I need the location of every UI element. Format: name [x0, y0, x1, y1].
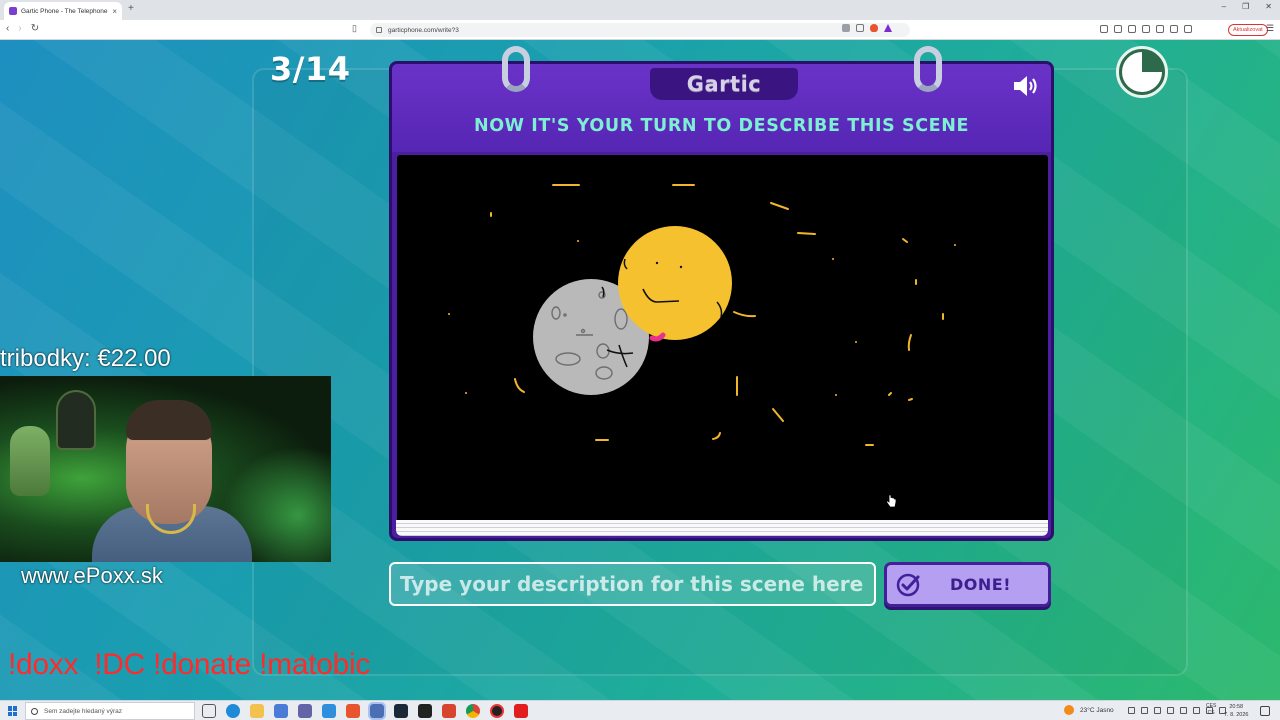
menu-icon[interactable]: ☰ — [1266, 23, 1274, 34]
vpn-icon[interactable] — [1184, 25, 1192, 33]
windows-start-icon[interactable] — [8, 706, 18, 716]
app-icon-red[interactable] — [490, 704, 504, 718]
brave-rewards-icon[interactable] — [884, 24, 892, 32]
tray-bluetooth-icon[interactable] — [1180, 707, 1187, 714]
translate-icon[interactable] — [842, 24, 850, 32]
media-player-icon[interactable] — [442, 704, 456, 718]
url-field[interactable]: garticphone.com/write?3 — [370, 23, 910, 37]
done-label: DONE! — [950, 575, 1011, 594]
weather-text: 23°C Jasno — [1080, 706, 1114, 714]
logo-plate: Gartic — [650, 68, 798, 100]
gartic-favicon-icon — [9, 7, 17, 15]
scene-card: Gartic NOW IT'S YOUR TURN TO DESCRIBE TH… — [389, 46, 1054, 541]
browser-tab-title: Gartic Phone - The Telephone Ga — [21, 7, 110, 15]
done-button[interactable]: DONE! — [884, 562, 1051, 607]
notification-icon[interactable] — [1260, 706, 1270, 716]
epic-games-icon[interactable] — [418, 704, 432, 718]
binder-ring-left — [502, 46, 530, 92]
site-info-icon[interactable] — [376, 27, 382, 33]
reload-icon[interactable]: ↻ — [31, 23, 39, 34]
round-counter: 3/14 — [270, 50, 351, 88]
taskbar-search-placeholder: Sem zadejte hledaný výraz — [44, 707, 123, 715]
sidebar-icon[interactable] — [1156, 25, 1164, 33]
file-explorer-icon[interactable] — [250, 704, 264, 718]
url-action-icons — [842, 24, 892, 32]
browser-tab[interactable]: Gartic Phone - The Telephone Ga × — [4, 2, 122, 20]
restore-icon[interactable]: ❐ — [1242, 2, 1249, 11]
taskbar-search[interactable]: Sem zadejte hledaný výraz — [25, 702, 195, 720]
address-bar: ‹ › ↻ ▯ garticphone.com/write?3 Aktualiz… — [0, 20, 1280, 40]
clock-time: 20:58 — [1229, 704, 1244, 710]
audio-icon[interactable] — [1100, 25, 1108, 33]
taskbar-apps — [202, 702, 528, 720]
description-input[interactable] — [389, 562, 876, 606]
website-banner: www.ePoxx.sk — [21, 563, 163, 588]
youtube-icon[interactable] — [514, 704, 528, 718]
wallet-icon[interactable] — [1170, 25, 1178, 33]
close-window-icon[interactable]: ✕ — [1265, 2, 1272, 11]
nav-buttons: ‹ › ↻ — [6, 23, 39, 34]
streamer-hair — [126, 400, 212, 440]
weather-sun-icon — [1064, 705, 1074, 715]
notebook-pages — [396, 520, 1048, 536]
close-tab-icon[interactable]: × — [112, 7, 117, 16]
donation-banner: tribodky: €22.00 — [0, 345, 171, 372]
scene-drawing — [448, 184, 956, 446]
mail-icon[interactable] — [322, 704, 336, 718]
timer-progress — [1122, 52, 1162, 92]
scene-prompt: NOW IT'S YOUR TURN TO DESCRIBE THIS SCEN… — [473, 116, 970, 136]
browser-tab-bar: Gartic Phone - The Telephone Ga × + – ❐ … — [0, 0, 1280, 20]
chrome-icon[interactable] — [466, 704, 480, 718]
toolbar-icons — [1100, 25, 1192, 33]
update-button[interactable]: Aktualizovat — [1228, 24, 1268, 36]
screenshot-icon[interactable] — [1128, 25, 1136, 33]
teams-icon[interactable] — [298, 704, 312, 718]
clock-date: 7. 8. 2026 — [1224, 712, 1249, 718]
taskbar-clock[interactable]: 20:58 7. 8. 2026 — [1224, 703, 1248, 719]
background-lamp — [56, 390, 96, 450]
input-language[interactable]: CES CS — [1206, 703, 1216, 717]
windows-taskbar: Sem zadejte hledaný výraz 23°C Jasno CES… — [0, 700, 1280, 720]
url-text: garticphone.com/write?3 — [388, 26, 459, 34]
active-app-icon[interactable] — [368, 702, 386, 720]
weather-widget[interactable]: 23°C Jasno — [1064, 705, 1114, 715]
tray-network-icon[interactable] — [1141, 707, 1148, 714]
steam-icon[interactable] — [394, 704, 408, 718]
binder-ring-right — [914, 46, 942, 92]
brave-shield-icon[interactable] — [870, 24, 878, 32]
tray-discord-icon[interactable] — [1167, 707, 1174, 714]
gartic-logo: Gartic — [686, 72, 762, 96]
webcam-feed — [0, 376, 331, 562]
tray-battery-icon[interactable] — [1193, 707, 1200, 714]
timer-icon — [1116, 46, 1168, 98]
bookmark-icon[interactable]: ▯ — [352, 23, 357, 34]
card-header: Gartic NOW IT'S YOUR TURN TO DESCRIBE TH… — [392, 64, 1051, 152]
new-tab-icon[interactable]: + — [128, 3, 134, 14]
speaker-icon[interactable] — [1012, 74, 1040, 98]
edge-icon[interactable] — [226, 704, 240, 718]
brave-icon[interactable] — [346, 704, 360, 718]
task-view-icon[interactable] — [202, 704, 216, 718]
check-icon — [896, 573, 920, 597]
tray-chevron-icon[interactable] — [1128, 707, 1135, 714]
back-icon[interactable]: ‹ — [6, 23, 9, 34]
tray-app-icon[interactable] — [1154, 707, 1161, 714]
extension-icon[interactable] — [1114, 25, 1122, 33]
hand-cursor-icon — [886, 494, 897, 508]
media-icon[interactable] — [1142, 25, 1150, 33]
share-icon[interactable] — [856, 24, 864, 32]
window-controls: – ❐ ✕ — [1222, 2, 1272, 11]
sun — [618, 226, 732, 342]
store-icon[interactable] — [274, 704, 288, 718]
chat-commands-banner: !doxx !DC !donate !matobic — [8, 648, 371, 681]
drawing-canvas — [397, 155, 1048, 521]
minimize-icon[interactable]: – — [1222, 2, 1226, 11]
frog-figurine — [10, 426, 50, 496]
forward-icon[interactable]: › — [18, 23, 21, 34]
search-icon — [31, 707, 38, 715]
